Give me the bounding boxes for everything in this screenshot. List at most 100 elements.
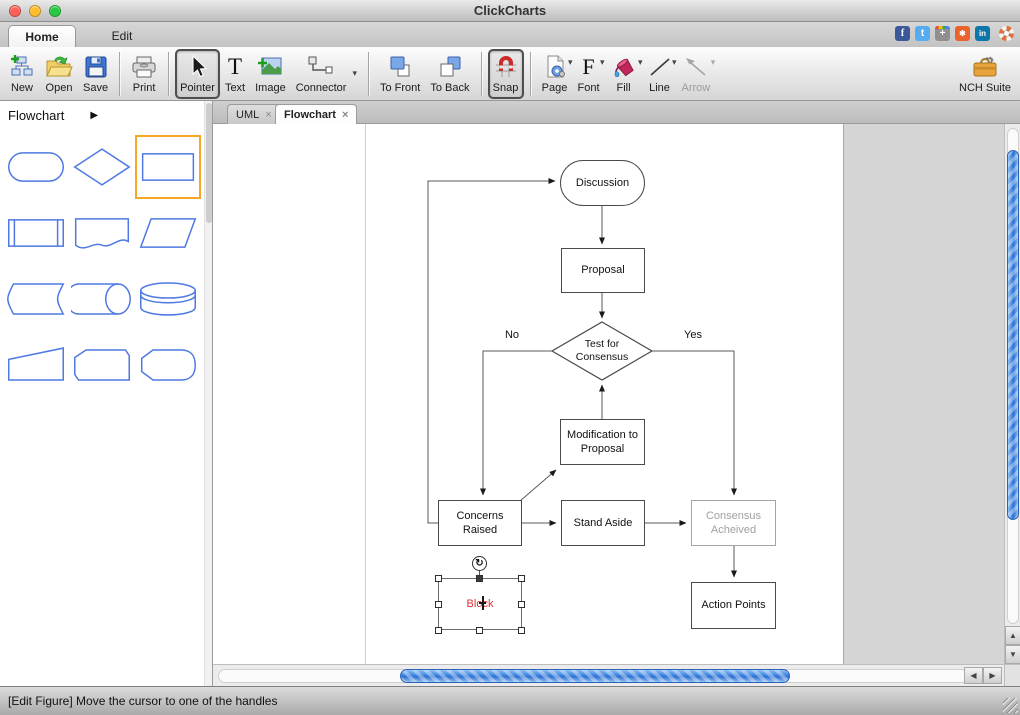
close-tab-icon[interactable]: × [265,109,271,121]
vertical-scrollbar[interactable]: ▲ ▼ [1004,124,1020,664]
snap-button[interactable]: Snap [487,48,524,99]
palette-shape-direct-access-storage[interactable] [69,267,135,331]
flowchart-node-action-points[interactable]: Action Points [691,582,776,629]
to-front-button[interactable]: To Front [375,49,425,99]
connector-dropdown-icon[interactable]: ▾ [352,68,357,79]
font-dropdown-icon[interactable]: ▾ [600,57,605,68]
ribbon-tab-row: Home Edit [0,22,1020,47]
arrow-button: ▾ Arrow [677,49,716,99]
snap-magnet-icon [493,53,519,81]
palette-shape-display[interactable] [135,333,201,397]
scroll-up-button[interactable]: ▲ [1005,626,1020,645]
flowchart-node-stand-aside[interactable]: Stand Aside [561,500,645,546]
close-tab-icon[interactable]: × [342,109,348,121]
facebook-icon[interactable]: f [895,26,910,41]
new-flowchart-icon [9,53,35,81]
resize-handle-e[interactable] [518,601,525,608]
to-front-icon [387,53,413,81]
text-button[interactable]: T Text [220,49,250,99]
googleplus-icon[interactable]: + [935,26,950,41]
status-text: [Edit Figure] Move the cursor to one of … [8,694,278,708]
text-tool-icon: T [228,53,243,79]
page-button[interactable]: ▾ Page [537,49,573,99]
palette-shape-predefined-process[interactable] [3,201,69,265]
flowchart-node-test-for-consensus[interactable]: Test for Consensus [570,337,634,365]
scroll-down-button[interactable]: ▼ [1005,645,1020,664]
palette-shape-terminator[interactable] [3,135,69,199]
connector-icon [306,53,336,81]
palette-shape-process[interactable] [135,135,201,199]
sidebar-scrollbar[interactable] [204,101,212,686]
connector-button[interactable]: Connector ▾ [291,49,362,99]
palette-shape-manual-input[interactable] [3,333,69,397]
rotate-handle[interactable]: ↻ [472,556,487,571]
font-icon: F [582,53,595,79]
palette-shape-card[interactable] [69,333,135,397]
print-button[interactable]: Print [126,49,162,99]
line-button[interactable]: ▾ Line [643,49,677,99]
horizontal-scrollbar-thumb[interactable] [400,668,790,683]
linkedin-icon[interactable]: in [975,26,990,41]
doc-tab-flowchart[interactable]: Flowchart × [275,104,358,124]
vertical-scrollbar-thumb[interactable] [1006,150,1019,520]
fill-bucket-icon [610,53,638,81]
resize-handle-sw[interactable] [435,627,442,634]
app-window: ClickCharts Home Edit f t + ✱ in New Ope… [0,0,1020,715]
horizontal-scrollbar[interactable]: ◀ ▶ [213,664,1004,686]
palette-shape-document[interactable] [69,201,135,265]
open-button[interactable]: Open [40,49,78,99]
flowchart-node-modification-to-proposal[interactable]: Modification to Proposal [560,419,645,465]
window-title: ClickCharts [473,3,547,18]
line-icon [648,53,672,81]
nch-toolbox-icon [971,53,999,81]
doc-tab-uml[interactable]: UML × [227,104,281,124]
resize-handle-n[interactable] [476,575,483,582]
to-back-button[interactable]: To Back [425,49,474,99]
save-button[interactable]: Save [78,49,113,99]
resize-handle-se[interactable] [518,627,525,634]
status-bar: [Edit Figure] Move the cursor to one of … [0,686,1020,715]
shape-sidebar: Flowchart ▶ [0,101,213,686]
palette-shape-decision[interactable] [69,135,135,199]
image-icon [257,53,283,81]
flowchart-node-consensus-acheived[interactable]: Consensus Acheived [691,500,776,546]
tab-home[interactable]: Home [8,25,76,47]
image-button[interactable]: Image [250,49,291,99]
page-break-line [365,124,366,664]
scroll-left-button[interactable]: ◀ [964,667,983,684]
palette-shape-stored-data[interactable] [3,267,69,331]
text-cursor-icon [478,596,487,610]
tab-edit[interactable]: Edit [92,25,152,47]
twitter-icon[interactable]: t [915,26,930,41]
sidebar-expand-arrow-icon[interactable]: ▶ [90,110,98,121]
fill-dropdown-icon[interactable]: ▾ [638,57,643,68]
page-icon [542,53,568,81]
help-icon[interactable] [999,26,1014,41]
resize-handle-w[interactable] [435,601,442,608]
flowchart-node-discussion[interactable]: Discussion [560,160,645,206]
pointer-button[interactable]: Pointer [175,48,220,99]
resize-handle-ne[interactable] [518,575,525,582]
shape-palette [0,127,212,397]
fill-button[interactable]: ▾ Fill [605,49,643,99]
line-dropdown-icon[interactable]: ▾ [672,57,677,68]
arrow-dropdown-icon: ▾ [710,56,716,67]
flowchart-node-concerns-raised[interactable]: Concerns Raised [438,500,522,546]
scrollbar-corner [1004,664,1020,686]
palette-shape-database[interactable] [135,267,201,331]
resize-handle-s[interactable] [476,627,483,634]
page-dropdown-icon[interactable]: ▾ [568,57,573,68]
document-tab-bar: UML × Flowchart × [213,101,1020,124]
resize-grip[interactable] [1003,698,1018,713]
share-icon[interactable]: ✱ [955,26,970,41]
flowchart-node-proposal[interactable]: Proposal [561,248,645,293]
resize-handle-nw[interactable] [435,575,442,582]
font-button[interactable]: ▾ F Font [573,49,605,99]
drawing-canvas[interactable]: Discussion Proposal Test for Consensus M… [213,124,1004,664]
to-back-icon [437,53,463,81]
new-button[interactable]: New [4,49,40,99]
nch-suite-button[interactable]: NCH Suite [954,49,1016,99]
title-bar: ClickCharts [0,0,1020,22]
scroll-right-button[interactable]: ▶ [983,667,1002,684]
palette-shape-data[interactable] [135,201,201,265]
